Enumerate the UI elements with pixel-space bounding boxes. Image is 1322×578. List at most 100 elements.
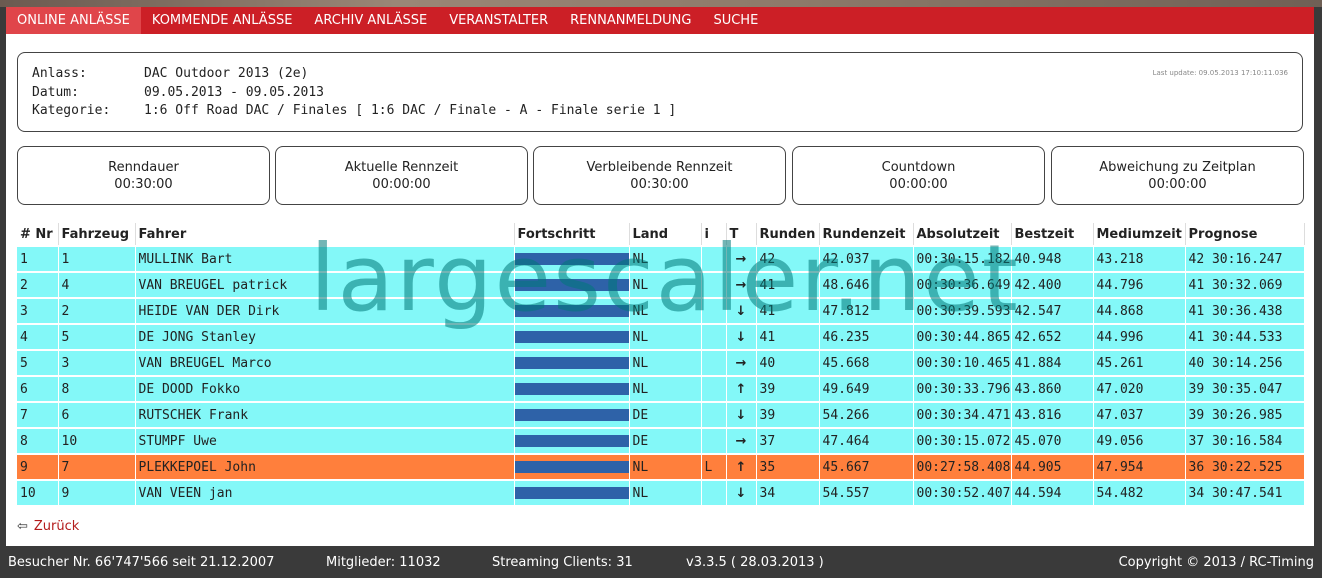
cell-absolutzeit: 00:30:34.471	[913, 402, 1012, 429]
cell-fahrzeug: 9	[58, 480, 136, 507]
col-fortschritt[interactable]: Fortschritt	[514, 223, 630, 247]
cell-rundenzeit: 47.464	[819, 428, 914, 455]
cell-land: NL	[629, 454, 702, 481]
cell-absolutzeit: 00:30:15.072	[913, 428, 1012, 455]
cell-fortschritt	[514, 298, 630, 325]
progress-bar	[514, 279, 628, 291]
col-prognose[interactable]: Prognose	[1185, 223, 1305, 247]
cell-fortschritt	[514, 376, 630, 403]
cell-info: L	[701, 454, 727, 481]
cell-nr: 10	[17, 480, 59, 507]
cell-bestzeit: 43.860	[1011, 376, 1094, 403]
stat-verbleibende-rennzeit: Verbleibende Rennzeit 00:30:00	[533, 146, 786, 205]
event-info-box: Anlass: DAC Outdoor 2013 (2e) Datum: 09.05…	[17, 52, 1303, 132]
cell-fahrzeug: 6	[58, 402, 136, 429]
nav-online-anlaesse[interactable]: ONLINE ANLÄSSE	[6, 7, 141, 34]
cell-fahrzeug: 7	[58, 454, 136, 481]
nav-suche[interactable]: SUCHE	[702, 7, 769, 34]
cell-fahrer: VAN VEEN jan	[135, 480, 515, 507]
col-t[interactable]: T	[726, 223, 757, 247]
nav-veranstalter[interactable]: VERANSTALTER	[438, 7, 559, 34]
back-link[interactable]: ⇦ Zurück	[17, 519, 79, 534]
nav-kommende-anlaesse[interactable]: KOMMENDE ANLÄSSE	[141, 7, 304, 34]
cell-fahrzeug: 5	[58, 324, 136, 351]
cell-bestzeit: 40.948	[1011, 246, 1094, 273]
trend-arrow-icon: ↓	[726, 480, 757, 507]
stat-title: Verbleibende Rennzeit	[586, 160, 733, 175]
cell-bestzeit: 45.070	[1011, 428, 1094, 455]
footer-members: Mitglieder: 11032	[326, 555, 441, 570]
stat-value: 00:00:00	[372, 177, 431, 192]
kategorie-value: 1:6 Off Road DAC / Finales [ 1:6 DAC / F…	[144, 103, 677, 118]
cell-prognose: 41 30:44.533	[1185, 324, 1305, 351]
table-row[interactable]: 10 9 VAN VEEN jan NL ↓ 34 54.557 00:30:52.407 44…	[17, 480, 1305, 507]
cell-runden: 41	[756, 324, 820, 351]
cell-absolutzeit: 00:30:52.407	[913, 480, 1012, 507]
table-row[interactable]: 8 10 STUMPF Uwe DE → 37 47.464 00:30:15.072 45.0…	[17, 428, 1305, 455]
cell-fahrzeug: 2	[58, 298, 136, 325]
cell-fahrer: HEIDE VAN DER Dirk	[135, 298, 515, 325]
cell-fortschritt	[514, 350, 630, 377]
col-i[interactable]: i	[701, 223, 727, 247]
cell-nr: 3	[17, 298, 59, 325]
cell-rundenzeit: 49.649	[819, 376, 914, 403]
nav-archiv-anlaesse[interactable]: ARCHIV ANLÄSSE	[303, 7, 438, 34]
cell-prognose: 39 30:35.047	[1185, 376, 1305, 403]
col-mediumzeit[interactable]: Mediumzeit	[1093, 223, 1186, 247]
trend-arrow-icon: →	[726, 246, 757, 273]
cell-prognose: 41 30:36.438	[1185, 298, 1305, 325]
cell-runden: 35	[756, 454, 820, 481]
cell-land: DE	[629, 428, 702, 455]
cell-nr: 5	[17, 350, 59, 377]
cell-land: NL	[629, 376, 702, 403]
cell-fahrer: RUTSCHEK Frank	[135, 402, 515, 429]
trend-arrow-icon: ↓	[726, 298, 757, 325]
cell-rundenzeit: 54.557	[819, 480, 914, 507]
cell-rundenzeit: 45.667	[819, 454, 914, 481]
cell-fahrer: DE DOOD Fokko	[135, 376, 515, 403]
table-row[interactable]: 6 8 DE DOOD Fokko NL ↑ 39 49.649 00:30:33.796 43…	[17, 376, 1305, 403]
cell-absolutzeit: 00:30:39.593	[913, 298, 1012, 325]
trend-arrow-icon: ↑	[726, 454, 757, 481]
table-row[interactable]: 5 3 VAN BREUGEL Marco NL → 40 45.668 00:30:10.4…	[17, 350, 1305, 377]
cell-fahrer: MULLINK Bart	[135, 246, 515, 273]
stat-title: Abweichung zu Zeitplan	[1099, 160, 1256, 175]
cell-fahrzeug: 8	[58, 376, 136, 403]
table-row[interactable]: 4 5 DE JONG Stanley NL ↓ 41 46.235 00:30:44.865…	[17, 324, 1305, 351]
cell-land: NL	[629, 298, 702, 325]
col-nr[interactable]: # Nr	[17, 223, 59, 247]
table-row[interactable]: 9 7 PLEKKEPOEL John NL L ↑ 35 45.667 00:27:58.40…	[17, 454, 1305, 481]
cell-nr: 1	[17, 246, 59, 273]
footer: Besucher Nr. 66'747'566 seit 21.12.2007 …	[0, 546, 1322, 578]
cell-fortschritt	[514, 246, 630, 273]
nav-rennanmeldung[interactable]: RENNANMELDUNG	[559, 7, 702, 34]
col-bestzeit[interactable]: Bestzeit	[1011, 223, 1094, 247]
table-row[interactable]: 7 6 RUTSCHEK Frank DE ↓ 39 54.266 00:30:34.471 4…	[17, 402, 1305, 429]
header-banner	[0, 0, 1322, 7]
col-fahrzeug[interactable]: Fahrzeug	[58, 223, 136, 247]
table-row[interactable]: 3 2 HEIDE VAN DER Dirk NL ↓ 41 47.812 00:30:39.…	[17, 298, 1305, 325]
col-fahrer[interactable]: Fahrer	[135, 223, 515, 247]
cell-land: NL	[629, 350, 702, 377]
last-update: Last update: 09.05.2013 17:10:11.036	[1152, 69, 1288, 77]
cell-fortschritt	[514, 480, 630, 507]
col-rundenzeit[interactable]: Rundenzeit	[819, 223, 914, 247]
cell-runden: 40	[756, 350, 820, 377]
col-land[interactable]: Land	[629, 223, 702, 247]
cell-info	[701, 272, 727, 299]
cell-bestzeit: 42.652	[1011, 324, 1094, 351]
stat-value: 00:00:00	[1148, 177, 1207, 192]
cell-info	[701, 324, 727, 351]
footer-copyright: Copyright © 2013 / RC-Timing	[1118, 555, 1314, 570]
anlass-label: Anlass:	[32, 66, 87, 81]
cell-prognose: 36 30:22.525	[1185, 454, 1305, 481]
col-runden[interactable]: Runden	[756, 223, 820, 247]
trend-arrow-icon: →	[726, 272, 757, 299]
table-row[interactable]: 2 4 VAN BREUGEL patrick NL → 41 48.646 00:30:36…	[17, 272, 1305, 299]
col-absolutzeit[interactable]: Absolutzeit	[913, 223, 1012, 247]
cell-rundenzeit: 54.266	[819, 402, 914, 429]
cell-land: NL	[629, 324, 702, 351]
table-row[interactable]: 1 1 MULLINK Bart NL → 42 42.037 00:30:15.182 40.…	[17, 246, 1305, 273]
cell-fahrer: STUMPF Uwe	[135, 428, 515, 455]
stat-title: Renndauer	[108, 160, 179, 175]
